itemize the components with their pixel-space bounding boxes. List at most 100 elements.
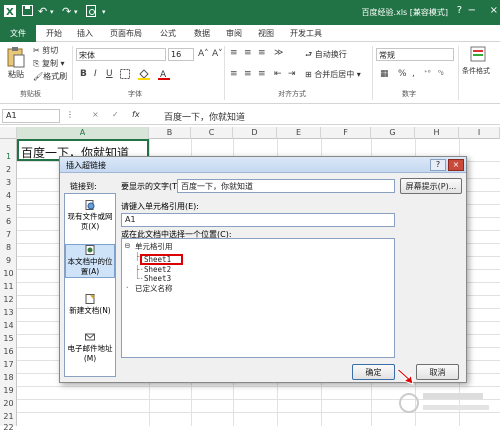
undo-dropdown-icon[interactable]: ▾ xyxy=(50,8,54,16)
percent-button[interactable]: % xyxy=(398,69,407,79)
align-bottom-icon[interactable]: ≡ xyxy=(258,48,266,58)
undo-icon[interactable]: ↶ xyxy=(38,5,47,18)
tree-node-cell-reference[interactable]: 单元格引用 xyxy=(135,241,173,252)
row-header[interactable]: 16 xyxy=(0,347,17,356)
shrink-font-button[interactable]: A˅ xyxy=(212,49,223,59)
comma-button[interactable]: , xyxy=(412,69,415,79)
link-target-existing-file[interactable]: 现有文件或网页(X) xyxy=(65,200,115,236)
orientation-icon[interactable]: ≫ xyxy=(274,48,283,58)
link-target-email[interactable]: 电子邮件地址(M) xyxy=(65,332,115,372)
row-header[interactable]: 5 xyxy=(0,204,17,213)
row-header[interactable]: 21 xyxy=(0,412,17,421)
tree-node-sheet2[interactable]: Sheet2 xyxy=(144,265,171,274)
column-header[interactable]: B xyxy=(149,127,191,139)
save-icon[interactable] xyxy=(22,5,33,19)
increase-indent-icon[interactable]: ⇥ xyxy=(288,69,296,79)
link-target-this-document[interactable]: 本文档中的位置(A) xyxy=(65,244,115,278)
merge-center-button[interactable]: ⊞ 合并后居中 ▾ xyxy=(305,69,361,80)
tab-formulas[interactable]: 公式 xyxy=(160,28,176,39)
column-header[interactable]: C xyxy=(191,127,233,139)
grow-font-button[interactable]: A˄ xyxy=(198,49,209,59)
tab-developer[interactable]: 开发工具 xyxy=(290,28,322,39)
column-header[interactable]: I xyxy=(459,127,500,139)
tree-collapse-icon[interactable]: ⊟ xyxy=(125,241,130,250)
row-header[interactable]: 13 xyxy=(0,308,17,317)
redo-dropdown-icon[interactable]: ▾ xyxy=(74,8,78,16)
accounting-icon[interactable]: ▦ xyxy=(380,69,389,79)
display-text-input[interactable]: 百度一下，你就知道 xyxy=(177,179,395,193)
row-header[interactable]: 14 xyxy=(0,321,17,330)
row-header[interactable]: 19 xyxy=(0,386,17,395)
font-size-select[interactable]: 16 xyxy=(168,48,194,61)
row-header[interactable]: 17 xyxy=(0,360,17,369)
link-target-new-document[interactable]: 新建文档(N) xyxy=(65,294,115,324)
select-all-corner[interactable] xyxy=(0,127,17,139)
quick-access-customize-icon[interactable]: ▾ xyxy=(102,8,106,16)
tab-data[interactable]: 数据 xyxy=(194,28,210,39)
column-header[interactable]: D xyxy=(233,127,277,139)
align-left-icon[interactable]: ≡ xyxy=(230,69,238,79)
bold-button[interactable]: B xyxy=(80,69,87,79)
tab-page-layout[interactable]: 页面布局 xyxy=(110,28,142,39)
decrease-decimal-icon[interactable]: ⁰₀ xyxy=(438,69,444,77)
copy-button[interactable]: ⎘ 复制 ▾ xyxy=(33,58,65,69)
help-icon[interactable]: ? xyxy=(457,5,462,16)
insert-function-button[interactable]: fx xyxy=(132,110,140,119)
row-header[interactable]: 10 xyxy=(0,269,17,278)
row-header[interactable]: 11 xyxy=(0,282,17,291)
dialog-title-bar[interactable]: 插入超链接 ? × xyxy=(60,157,466,173)
row-header[interactable]: 12 xyxy=(0,295,17,304)
row-header[interactable]: 22 xyxy=(0,423,17,432)
row-header[interactable]: 2 xyxy=(0,165,17,174)
print-preview-icon[interactable] xyxy=(86,5,97,20)
row-header[interactable]: 3 xyxy=(0,178,17,187)
paste-icon[interactable] xyxy=(6,46,26,70)
align-top-icon[interactable]: ≡ xyxy=(230,48,238,58)
conditional-format-button[interactable]: 条件格式 xyxy=(462,66,490,76)
tree-node-sheet3[interactable]: Sheet3 xyxy=(144,274,171,283)
tab-insert[interactable]: 插入 xyxy=(77,28,93,39)
dialog-close-button[interactable]: × xyxy=(448,159,464,171)
wrap-text-button[interactable]: ⮐ 自动换行 xyxy=(305,49,347,63)
formula-options-icon[interactable]: ⋮ xyxy=(66,110,74,119)
screentip-button[interactable]: 屏幕提示(P)... xyxy=(400,178,462,194)
fill-color-icon[interactable] xyxy=(138,68,150,83)
align-center-icon[interactable]: ≡ xyxy=(244,69,252,79)
decrease-indent-icon[interactable]: ⇤ xyxy=(274,69,282,79)
underline-button[interactable]: U xyxy=(106,69,113,79)
close-button[interactable]: × xyxy=(490,5,498,16)
increase-decimal-icon[interactable]: ⁺⁰ xyxy=(424,69,431,77)
tree-node-defined-names[interactable]: 已定义名称 xyxy=(135,283,173,294)
row-header[interactable]: 4 xyxy=(0,191,17,200)
column-header[interactable]: E xyxy=(277,127,321,139)
row-header[interactable]: 20 xyxy=(0,399,17,408)
tab-view[interactable]: 视图 xyxy=(258,28,274,39)
conditional-format-icon[interactable] xyxy=(470,46,486,65)
tab-review[interactable]: 审阅 xyxy=(226,28,242,39)
redo-icon[interactable]: ↷ xyxy=(62,5,71,18)
formula-input[interactable]: 百度一下，你就知道 xyxy=(164,110,245,123)
column-header[interactable]: F xyxy=(321,127,371,139)
row-header[interactable]: 1 xyxy=(0,152,17,161)
dialog-help-button[interactable]: ? xyxy=(430,159,446,171)
column-header[interactable]: H xyxy=(415,127,459,139)
document-place-tree[interactable]: ⊟ 单元格引用 ├· Sheet1 ├· Sheet2 └· Sheet3 · … xyxy=(121,238,395,358)
minimize-button[interactable]: − xyxy=(468,5,476,16)
row-header[interactable]: 8 xyxy=(0,243,17,252)
italic-button[interactable]: I xyxy=(94,69,97,79)
format-painter-button[interactable]: 🖌格式刷 xyxy=(33,71,67,82)
row-header[interactable]: 15 xyxy=(0,334,17,343)
tab-file[interactable]: 文件 xyxy=(0,25,36,42)
cancel-formula-button[interactable]: × xyxy=(92,110,99,119)
paste-button[interactable]: 粘贴 xyxy=(8,69,24,80)
row-header[interactable]: 6 xyxy=(0,217,17,226)
align-right-icon[interactable]: ≡ xyxy=(258,69,266,79)
tab-home[interactable]: 开始 xyxy=(46,28,62,39)
number-format-select[interactable]: 常规 xyxy=(376,48,454,61)
ok-button[interactable]: 确定 xyxy=(352,364,395,380)
cut-button[interactable]: ✂ 剪切 xyxy=(33,45,58,56)
align-middle-icon[interactable]: ≡ xyxy=(244,48,252,58)
cell-reference-input[interactable]: A1 xyxy=(121,213,395,227)
row-header[interactable]: 9 xyxy=(0,256,17,265)
font-name-select[interactable]: 宋体 xyxy=(76,48,166,61)
